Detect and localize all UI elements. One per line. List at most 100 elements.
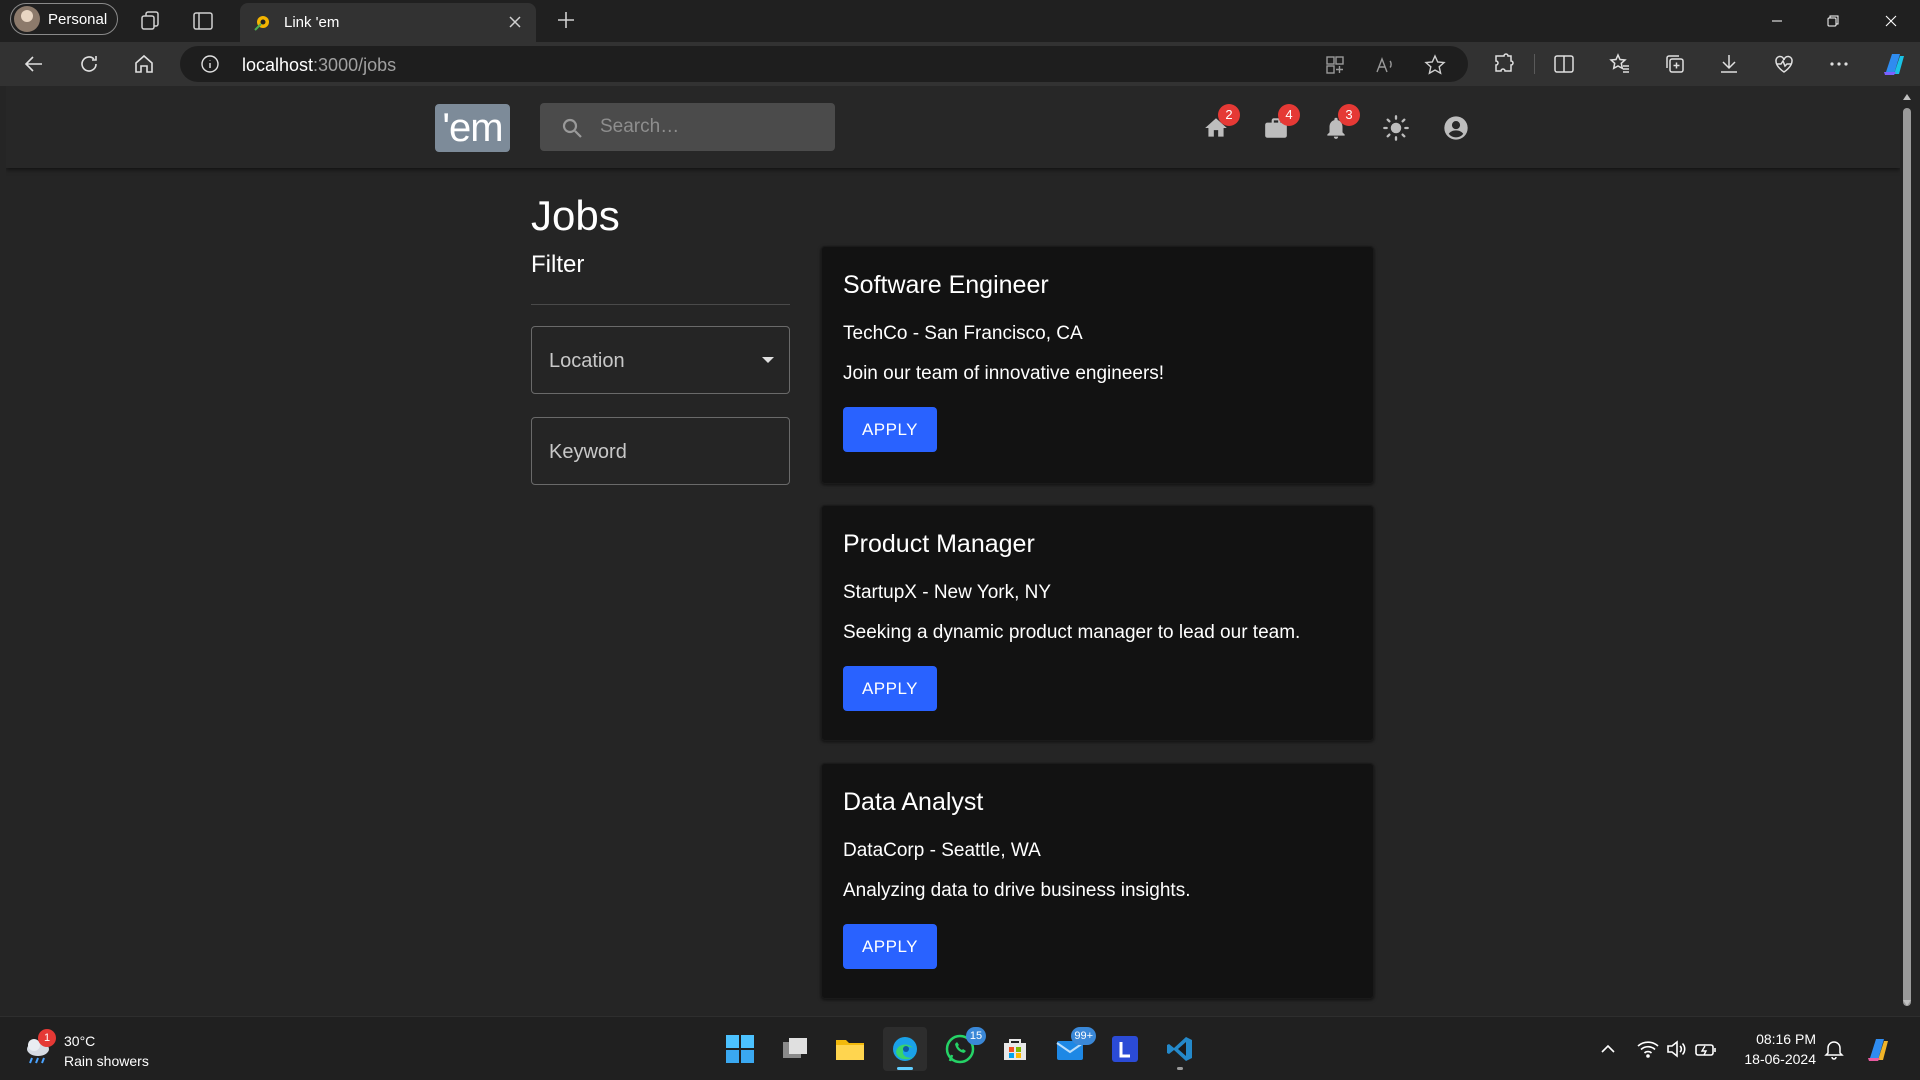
favorites-icon[interactable] xyxy=(1608,52,1632,76)
notifications-nav-button[interactable]: 3 xyxy=(1312,104,1360,152)
minimize-button[interactable] xyxy=(1754,6,1800,36)
weather-badge: 1 xyxy=(38,1029,56,1047)
home-nav-button[interactable]: 2 xyxy=(1192,104,1240,152)
chevron-up-icon[interactable] xyxy=(1596,1037,1620,1061)
vscode-taskbar-button[interactable] xyxy=(1158,1027,1202,1071)
downloads-icon[interactable] xyxy=(1717,52,1741,76)
close-tab-icon[interactable] xyxy=(506,13,524,31)
refresh-icon[interactable] xyxy=(77,52,101,76)
browser-tab-bar: Personal Link 'em xyxy=(0,0,1920,42)
account-button[interactable] xyxy=(1432,104,1480,152)
copilot-taskbar-icon[interactable] xyxy=(1864,1034,1894,1064)
extensions-icon[interactable] xyxy=(1492,52,1516,76)
app-logo[interactable]: 'em xyxy=(435,104,510,152)
job-title: Data Analyst xyxy=(843,788,984,816)
page-title: Jobs xyxy=(531,192,620,239)
new-tab-icon[interactable] xyxy=(554,8,578,32)
address-bar[interactable]: localhost:3000/jobs xyxy=(180,46,1468,82)
app-bar: 'em 2 4 3 xyxy=(6,86,1900,168)
job-card: Software Engineer TechCo - San Francisco… xyxy=(821,246,1374,484)
more-options-icon[interactable] xyxy=(1827,52,1851,76)
job-description: Analyzing data to drive business insight… xyxy=(843,880,1191,901)
job-title: Software Engineer xyxy=(843,271,1049,299)
whatsapp-taskbar-button[interactable]: 15 xyxy=(938,1027,986,1071)
mail-badge: 99+ xyxy=(1071,1027,1096,1045)
battery-charging-icon[interactable] xyxy=(1694,1037,1718,1061)
clock-date: 18-06-2024 xyxy=(1744,1051,1816,1067)
tab-title: Link 'em xyxy=(284,14,340,31)
url-text[interactable]: localhost:3000/jobs xyxy=(242,55,396,76)
scrollbar-thumb[interactable] xyxy=(1903,108,1911,1006)
tab-favicon-icon xyxy=(254,15,269,31)
keyword-label: Keyword xyxy=(549,441,627,463)
url-host: localhost xyxy=(242,55,314,75)
restore-icon xyxy=(1827,15,1839,27)
scroll-down-icon[interactable] xyxy=(1902,998,1912,1008)
start-button[interactable] xyxy=(718,1027,762,1071)
job-description: Join our team of innovative engineers! xyxy=(843,363,1165,384)
job-title: Product Manager xyxy=(843,530,1035,558)
task-view-icon xyxy=(783,1038,807,1058)
apply-button[interactable]: APPLY xyxy=(843,924,937,969)
weather-widget[interactable]: 1 30°C Rain showers xyxy=(20,1029,220,1073)
search-box[interactable] xyxy=(540,103,835,151)
file-explorer-button[interactable] xyxy=(828,1027,872,1071)
apply-button[interactable]: APPLY xyxy=(843,666,937,711)
job-card: Product Manager StartupX - New York, NY … xyxy=(821,505,1374,741)
apply-button[interactable]: APPLY xyxy=(843,407,937,452)
edge-browser-icon xyxy=(893,1037,917,1061)
search-icon xyxy=(562,118,582,138)
app-available-icon[interactable] xyxy=(1324,54,1346,76)
back-arrow-icon[interactable] xyxy=(22,52,46,76)
system-clock[interactable]: 08:16 PM 18-06-2024 xyxy=(1736,1029,1816,1069)
filter-divider xyxy=(531,304,790,305)
scroll-up-icon[interactable] xyxy=(1902,92,1912,102)
workspaces-icon[interactable] xyxy=(139,9,163,33)
browser-essentials-icon[interactable] xyxy=(1772,52,1796,76)
page-scrollbar[interactable] xyxy=(1900,86,1914,1016)
edge-taskbar-button[interactable] xyxy=(883,1027,927,1071)
theme-toggle-button[interactable] xyxy=(1372,104,1420,152)
wifi-icon[interactable] xyxy=(1636,1037,1660,1061)
folder-icon xyxy=(836,1040,864,1060)
keyword-field[interactable]: Keyword xyxy=(531,417,790,485)
brightness-icon xyxy=(1383,115,1409,141)
notification-bell-icon[interactable] xyxy=(1822,1037,1846,1061)
site-info-icon[interactable] xyxy=(200,54,220,74)
collections-icon[interactable] xyxy=(1663,52,1687,76)
vscode-icon xyxy=(1167,1037,1192,1061)
close-window-button[interactable] xyxy=(1868,6,1914,36)
toolbar-separator xyxy=(1534,54,1535,74)
jobs-nav-button[interactable]: 4 xyxy=(1252,104,1300,152)
profile-label: Personal xyxy=(48,10,108,28)
clock-time: 08:16 PM xyxy=(1756,1031,1816,1047)
restore-button[interactable] xyxy=(1810,6,1856,36)
l-app-taskbar-button[interactable] xyxy=(1103,1027,1147,1071)
weather-condition: Rain showers xyxy=(64,1053,149,1069)
active-app-indicator xyxy=(897,1067,913,1070)
vertical-tabs-icon[interactable] xyxy=(191,9,215,33)
active-tab[interactable]: Link 'em xyxy=(240,3,536,42)
url-path: :3000/jobs xyxy=(313,55,397,75)
read-aloud-icon[interactable] xyxy=(1374,54,1396,76)
copilot-icon[interactable] xyxy=(1880,50,1908,78)
profile-button[interactable]: Personal xyxy=(10,3,118,35)
task-view-button[interactable] xyxy=(773,1027,817,1071)
filter-heading: Filter xyxy=(531,251,585,278)
dropdown-caret-icon xyxy=(762,357,774,363)
job-card: Data Analyst DataCorp - Seattle, WA Anal… xyxy=(821,763,1374,999)
home-browser-icon[interactable] xyxy=(132,52,156,76)
split-screen-icon[interactable] xyxy=(1552,52,1576,76)
whatsapp-badge: 15 xyxy=(966,1027,986,1045)
home-badge: 2 xyxy=(1218,104,1240,126)
jobs-badge: 4 xyxy=(1278,104,1300,126)
mail-taskbar-button[interactable]: 99+ xyxy=(1048,1027,1096,1071)
weather-temperature: 30°C xyxy=(64,1033,96,1049)
open-app-indicator xyxy=(1177,1067,1183,1070)
account-circle-icon xyxy=(1444,116,1468,140)
volume-icon[interactable] xyxy=(1664,1037,1688,1061)
search-input[interactable] xyxy=(598,103,828,151)
store-taskbar-button[interactable] xyxy=(993,1027,1037,1071)
location-select[interactable]: Location xyxy=(531,326,790,394)
favorite-star-icon[interactable] xyxy=(1424,54,1446,76)
